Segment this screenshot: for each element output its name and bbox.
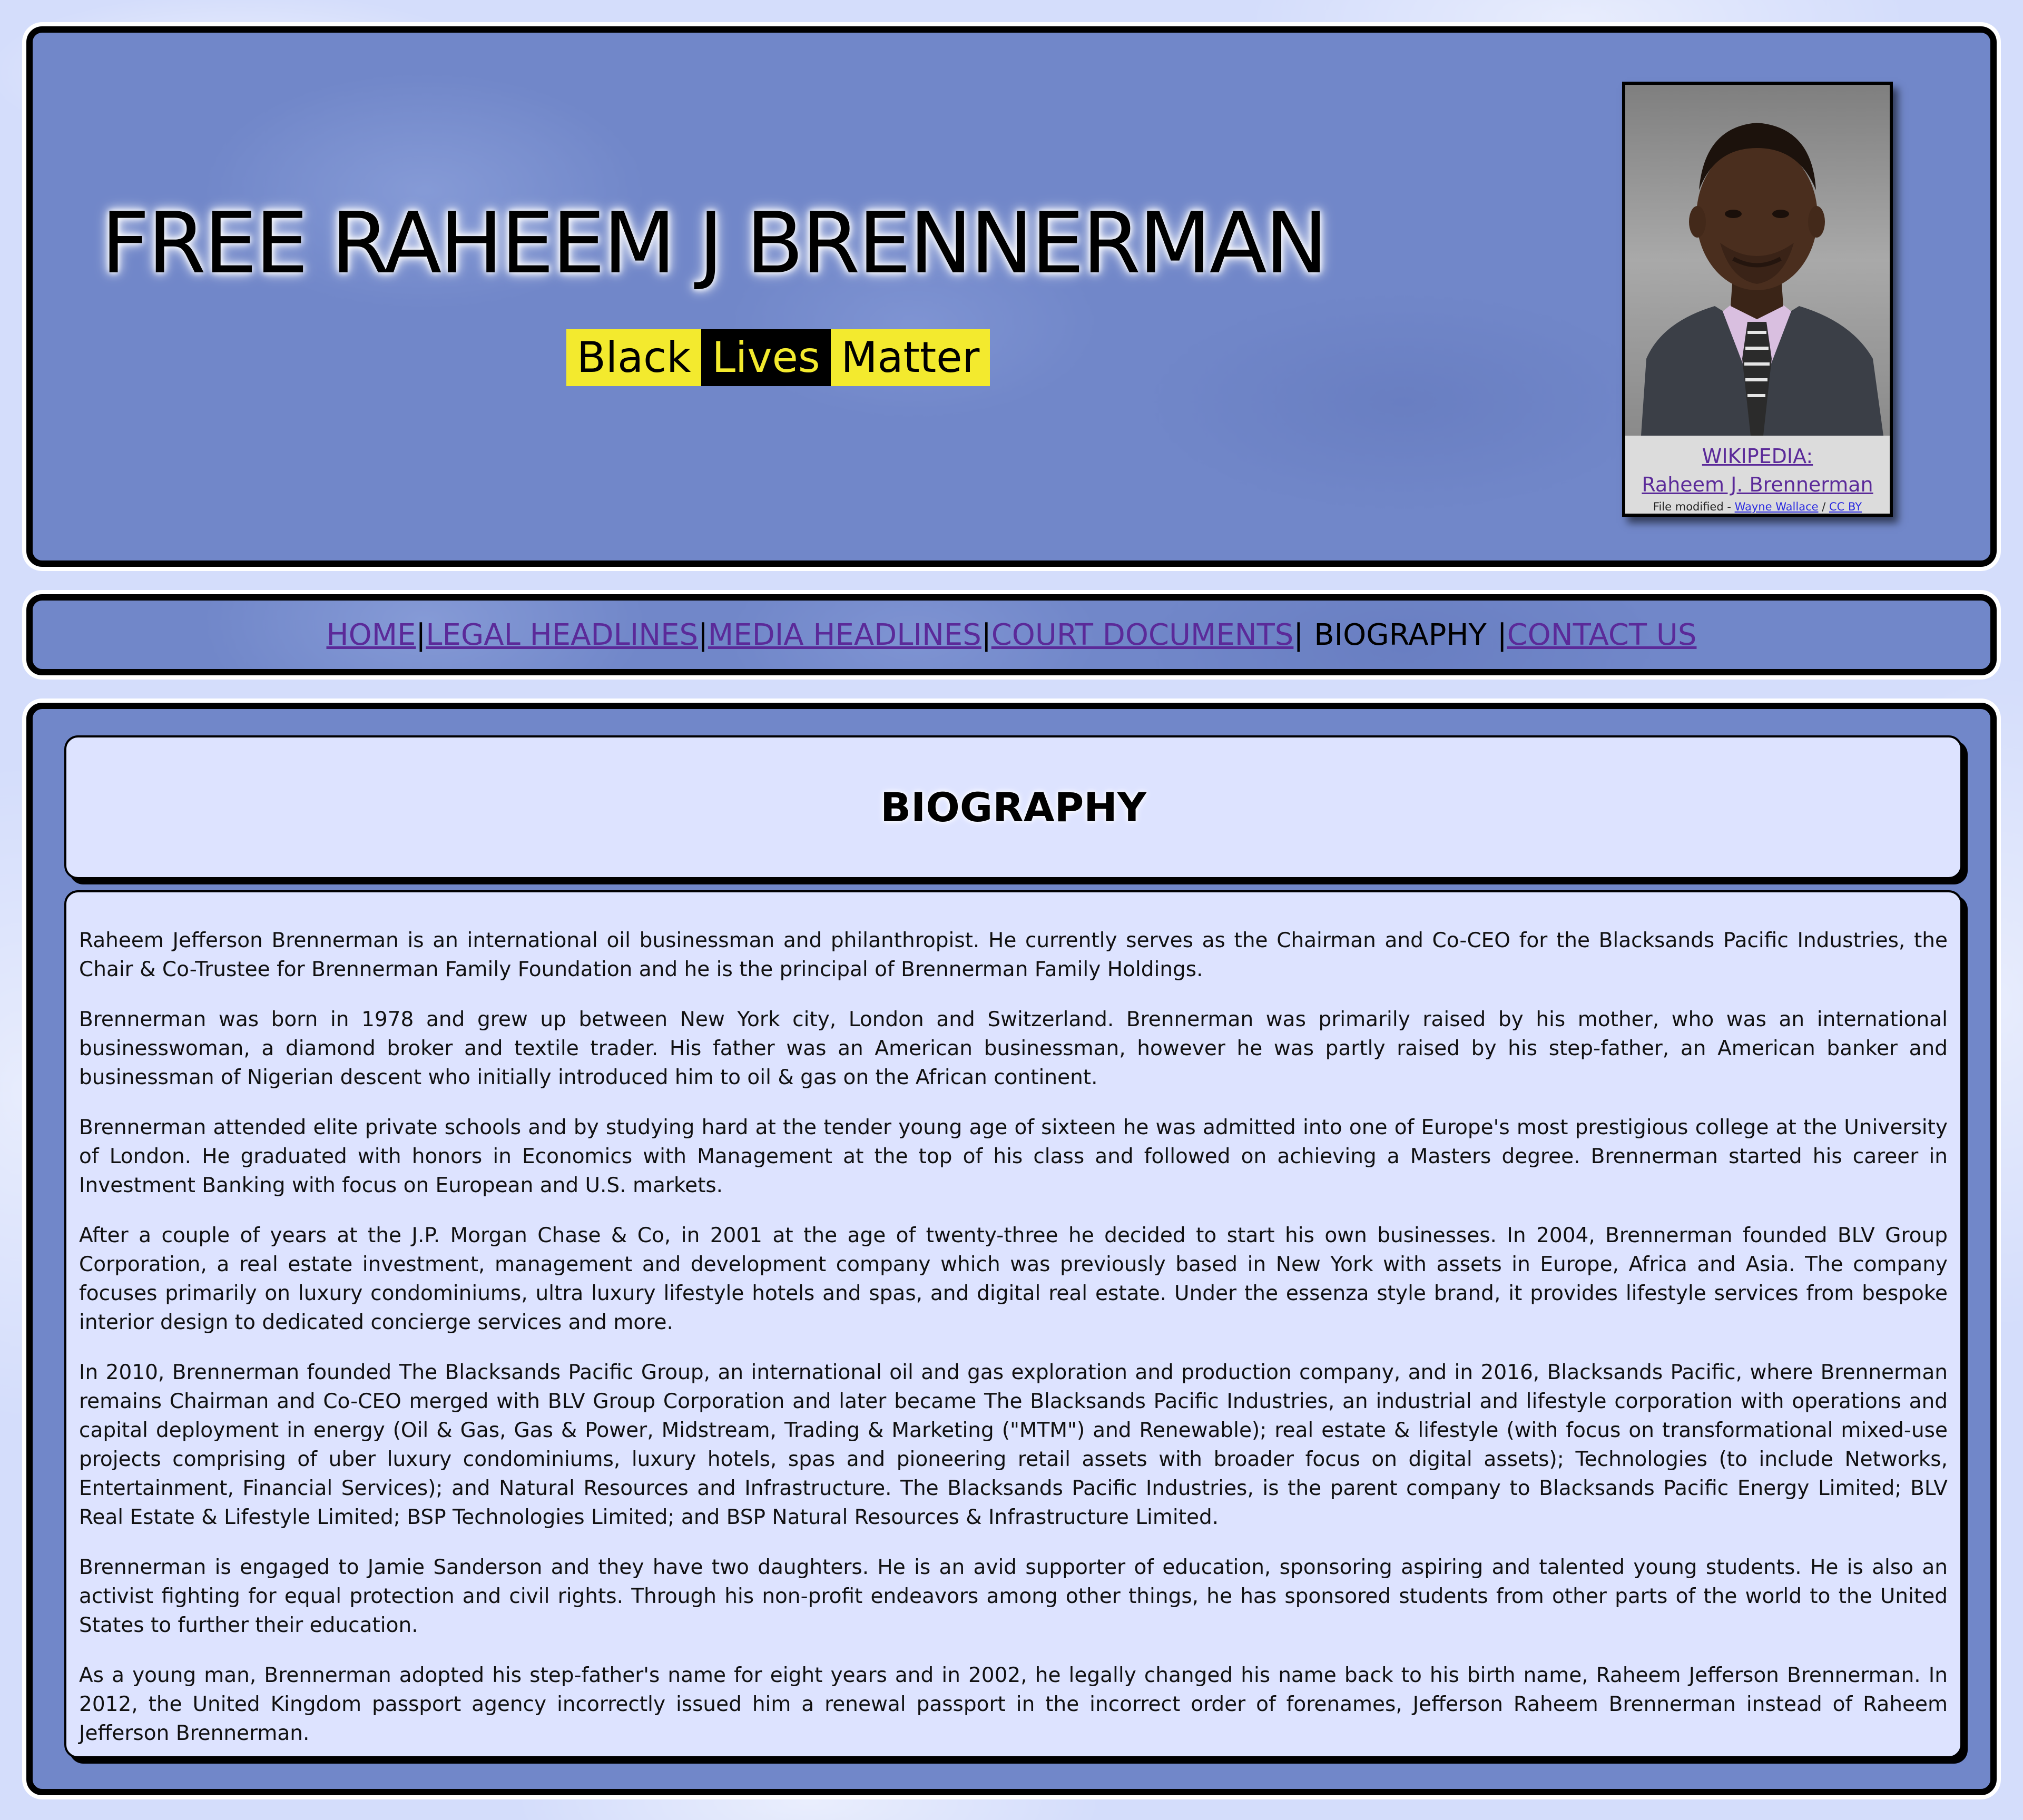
nav-separator: | bbox=[416, 617, 426, 652]
bio-paragraph: Brennerman attended elite private school… bbox=[79, 1116, 1948, 1197]
nav-separator: | bbox=[981, 617, 991, 652]
biography-box: Raheem Jefferson Brennerman is an intern… bbox=[64, 890, 1962, 1758]
license-link[interactable]: CC BY bbox=[1829, 500, 1862, 513]
credit-separator: / bbox=[1818, 500, 1829, 513]
nav-contact-us[interactable]: CONTACT US bbox=[1507, 618, 1697, 652]
navigation-panel: HOME | LEGAL HEADLINES | MEDIA HEADLINES | COU… bbox=[26, 594, 1997, 675]
nav-media-headlines[interactable]: MEDIA HEADLINES bbox=[708, 618, 981, 652]
blm-word-black: Black bbox=[566, 329, 702, 386]
nav-separator: | bbox=[1497, 617, 1507, 652]
bio-paragraph: In 2010, Brennerman founded The Blacksan… bbox=[79, 1361, 1948, 1529]
wikipedia-link[interactable]: WIKIPEDIA: bbox=[1625, 442, 1890, 470]
header-panel: FREE RAHEEM J BRENNERMAN Black Lives Mat… bbox=[26, 26, 1997, 567]
site-title: FREE RAHEEM J BRENNERMAN bbox=[101, 194, 1328, 292]
nav-home[interactable]: HOME bbox=[327, 618, 416, 652]
main-navigation: HOME | LEGAL HEADLINES | MEDIA HEADLINES | COU… bbox=[33, 601, 1990, 669]
file-credit: File modified - Wayne Wallace / CC BY bbox=[1625, 499, 1890, 515]
black-lives-matter-banner: Black Lives Matter bbox=[566, 329, 990, 386]
blm-word-matter: Matter bbox=[830, 329, 990, 386]
nav-court-documents[interactable]: COURT DOCUMENTS bbox=[991, 618, 1294, 652]
file-modified-label: File modified - bbox=[1653, 500, 1735, 513]
bio-paragraph: Raheem Jefferson Brennerman is an intern… bbox=[79, 929, 1948, 981]
nav-separator: | bbox=[1293, 617, 1304, 652]
portrait-photo bbox=[1625, 85, 1890, 436]
bio-paragraph: After a couple of years at the J.P. Morg… bbox=[79, 1224, 1948, 1334]
bio-paragraph: As a young man, Brennerman adopted his s… bbox=[79, 1664, 1948, 1745]
main-content-panel: BIOGRAPHY Raheem Jefferson Brennerman is… bbox=[26, 703, 1997, 1795]
bio-paragraph: Brennerman is engaged to Jamie Sanderson… bbox=[79, 1556, 1948, 1637]
blm-word-lives: Lives bbox=[701, 329, 831, 386]
heading-box: BIOGRAPHY bbox=[64, 735, 1962, 879]
nav-biography-current: BIOGRAPHY bbox=[1314, 617, 1487, 652]
nav-separator: | bbox=[698, 617, 708, 652]
bio-paragraph: Brennerman was born in 1978 and grew up … bbox=[79, 1008, 1948, 1089]
biography-text: Raheem Jefferson Brennerman is an intern… bbox=[79, 926, 1948, 1769]
portrait-caption: WIKIPEDIA: Raheem J. Brennerman File mod… bbox=[1625, 436, 1890, 514]
portrait-card: WIKIPEDIA: Raheem J. Brennerman File mod… bbox=[1622, 82, 1893, 517]
wikipedia-name-link[interactable]: Raheem J. Brennerman bbox=[1625, 470, 1890, 499]
nav-legal-headlines[interactable]: LEGAL HEADLINES bbox=[426, 618, 698, 652]
author-link[interactable]: Wayne Wallace bbox=[1735, 500, 1819, 513]
portrait-illustration bbox=[1625, 85, 1890, 436]
page-heading: BIOGRAPHY bbox=[880, 784, 1146, 831]
